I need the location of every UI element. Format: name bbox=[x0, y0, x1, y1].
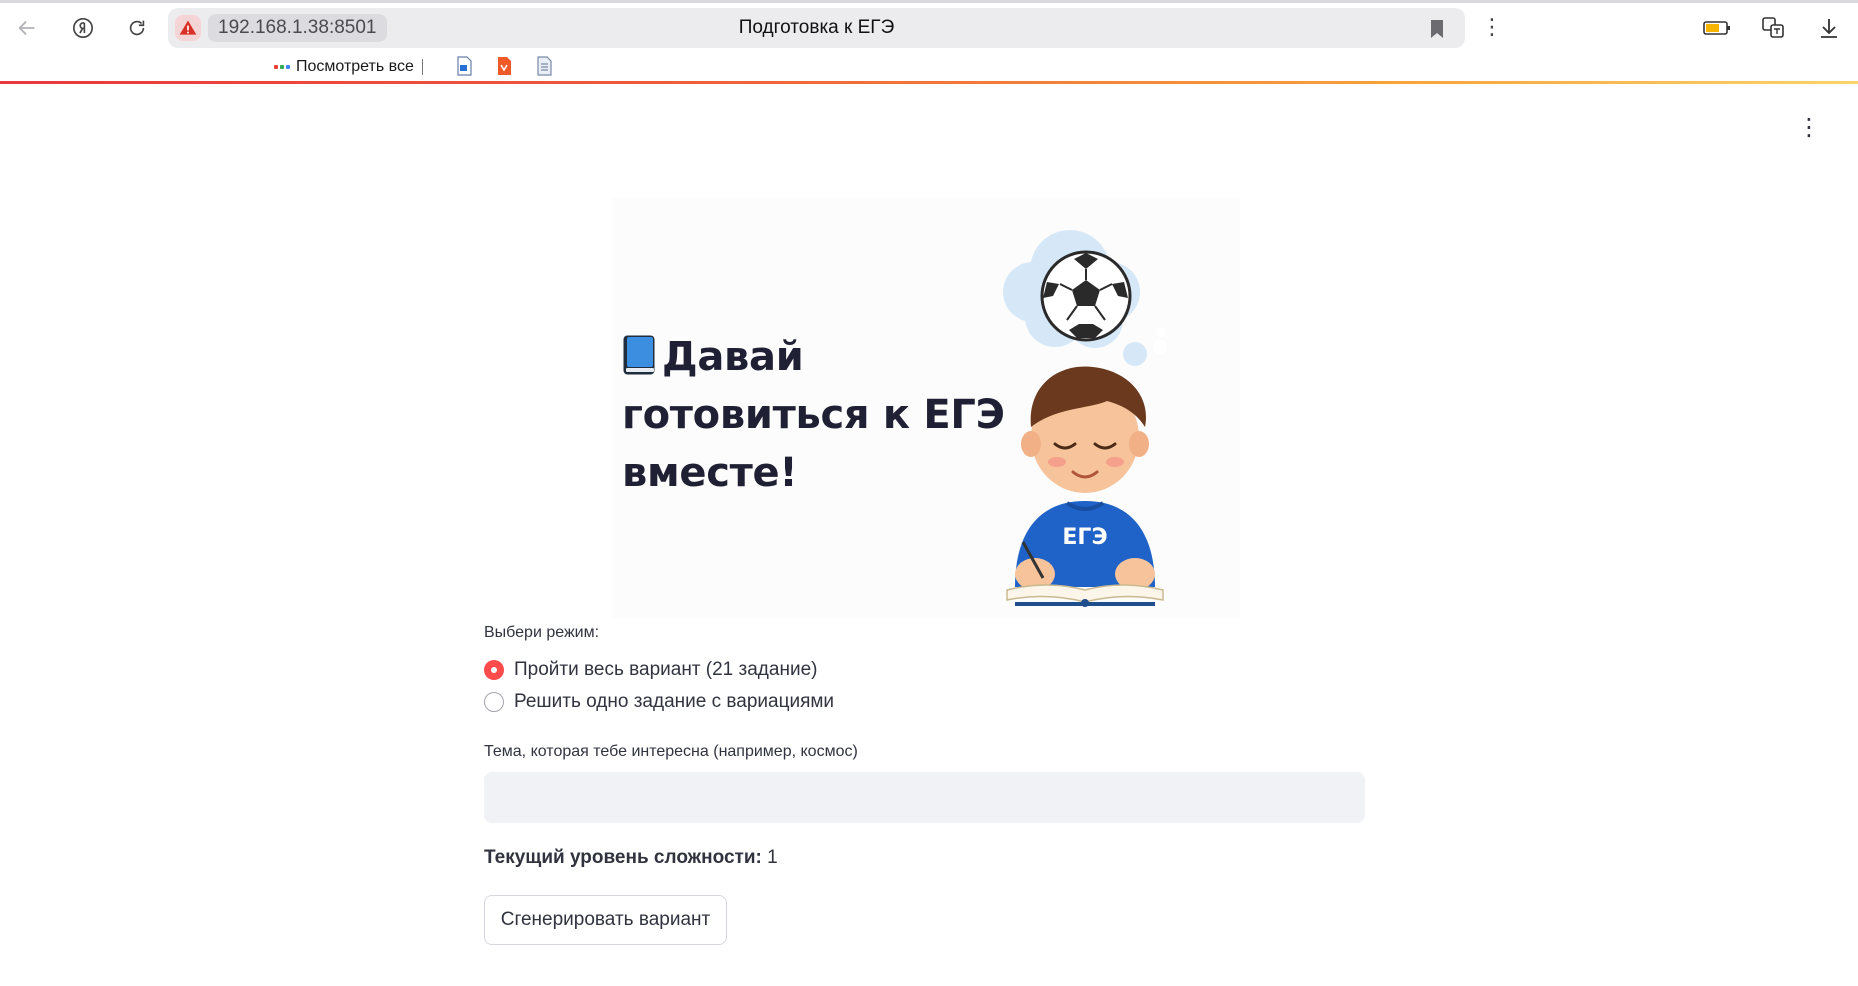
student-illustration: ЕГЭ bbox=[1003, 230, 1167, 607]
bookmarks-separator bbox=[422, 59, 423, 75]
radio-unselected[interactable] bbox=[484, 692, 504, 712]
window-top-border bbox=[0, 0, 1858, 3]
mode-label: Выбери режим: bbox=[484, 624, 600, 641]
student-head bbox=[1021, 366, 1149, 493]
yandex-home-button[interactable] bbox=[66, 11, 100, 45]
mode-option-label: Пройти весь вариант (21 задание) bbox=[514, 659, 818, 680]
view-all-label: Посмотреть все bbox=[296, 58, 414, 75]
view-all-bookmarks[interactable]: Посмотреть все bbox=[274, 54, 414, 80]
reload-icon bbox=[129, 20, 145, 36]
bookmark-doc-icon[interactable] bbox=[454, 56, 474, 76]
battery-icon[interactable] bbox=[1700, 12, 1734, 44]
bookmark-icon[interactable] bbox=[1427, 18, 1447, 40]
bookmark-shield-icon[interactable] bbox=[494, 56, 514, 76]
difficulty-level-value: 1 bbox=[767, 847, 778, 868]
translate-icon[interactable] bbox=[1756, 12, 1790, 44]
hero-title: Давай готовиться к ЕГЭ вместе! bbox=[622, 328, 1042, 502]
hero-title-line-3: вместе! bbox=[622, 450, 798, 496]
url-text[interactable]: 192.168.1.38:8501 bbox=[208, 14, 387, 42]
app-main-menu-icon[interactable]: ⋮ bbox=[1797, 113, 1821, 143]
security-warning-icon[interactable] bbox=[175, 15, 201, 41]
hero-title-line-2: готовиться к ЕГЭ bbox=[622, 392, 1005, 438]
difficulty-level-label: Текущий уровень сложности: bbox=[484, 847, 762, 868]
yandex-logo-icon bbox=[73, 18, 93, 38]
address-menu-icon[interactable]: ⋮ bbox=[1480, 12, 1504, 42]
difficulty-level: Текущий уровень сложности: 1 bbox=[484, 847, 778, 869]
blue-book-icon bbox=[623, 335, 655, 375]
mode-option-single-task[interactable]: Решить одно задание с вариациями bbox=[484, 689, 834, 715]
back-button[interactable] bbox=[10, 11, 44, 45]
topic-input[interactable] bbox=[484, 772, 1365, 823]
download-icon[interactable] bbox=[1812, 12, 1846, 44]
address-bar[interactable]: 192.168.1.38:8501 Подготовка к ЕГЭ bbox=[168, 8, 1465, 48]
reload-button[interactable] bbox=[120, 11, 154, 45]
services-grid-icon bbox=[274, 65, 290, 69]
open-book-icon bbox=[1006, 584, 1164, 607]
soccer-ball-icon bbox=[1040, 250, 1132, 342]
radio-selected[interactable] bbox=[484, 660, 504, 680]
mode-option-full-variant[interactable]: Пройти весь вариант (21 задание) bbox=[484, 657, 817, 683]
hero-title-line-1: Давай bbox=[662, 334, 804, 380]
arrow-left-icon bbox=[18, 20, 35, 36]
mode-option-label: Решить одно задание с вариациями bbox=[514, 691, 835, 712]
page-load-progress-bar bbox=[0, 81, 1858, 84]
bookmarks-bar: Посмотреть все bbox=[0, 52, 1858, 80]
topic-label: Тема, которая тебе интересна (например, … bbox=[484, 743, 858, 760]
shirt-text: ЕГЭ bbox=[1062, 525, 1107, 550]
browser-toolbar: 192.168.1.38:8501 Подготовка к ЕГЭ ⋮ Пос… bbox=[0, 0, 1858, 84]
bookmark-page-icon[interactable] bbox=[534, 56, 554, 76]
generate-variant-button[interactable]: Сгенерировать вариант bbox=[484, 895, 727, 945]
